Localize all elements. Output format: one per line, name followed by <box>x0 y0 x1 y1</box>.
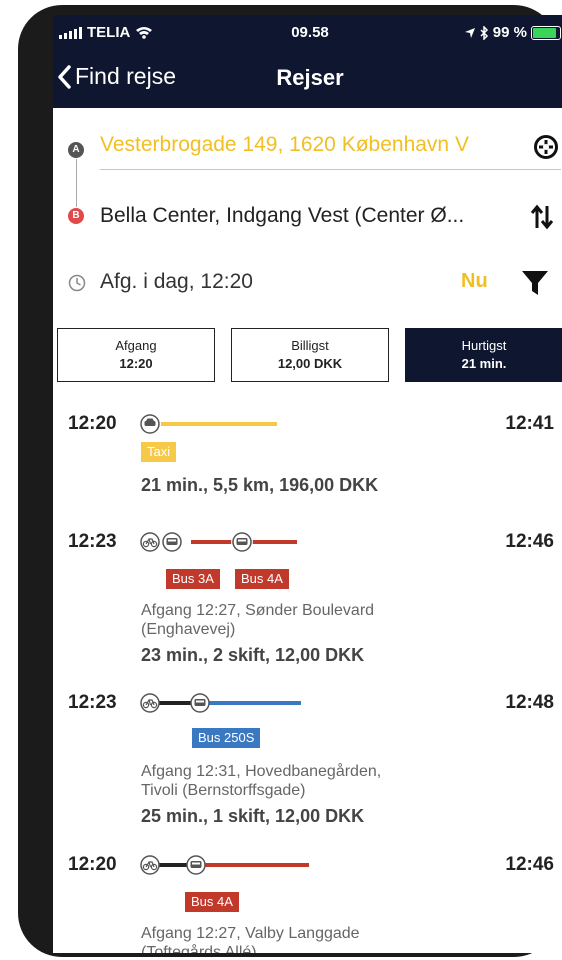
journey-summary: 21 min., 5,5 km, 196,00 DKK <box>141 475 379 495</box>
badge-label: Bus 4A <box>241 571 283 586</box>
departure-time-field[interactable]: Afg. i dag, 12:20 <box>100 270 253 294</box>
phone-frame: TELIA 09.58 99 % Find rejse Rejser A B V… <box>18 5 562 957</box>
journey-timeline <box>140 693 301 713</box>
taxi-badge: Taxi <box>141 442 177 462</box>
to-field[interactable]: Bella Center, Indgang Vest (Center Ø... <box>100 204 464 228</box>
sort-tabs: Afgang 12:20 Billigst 12,00 DKK Hurtigst… <box>57 328 562 384</box>
tab-label: Hurtigst <box>461 338 507 353</box>
journey-timeline <box>140 532 297 552</box>
journey-item[interactable]: 12:23 12:48 Bus 250S Afgang 12:31, Hoved… <box>53 692 562 842</box>
location-arrow-icon <box>464 27 475 38</box>
description-line: Afgang 12:27, Sønder Boulevard <box>141 602 375 619</box>
journey-departure: 12:23 <box>68 692 117 713</box>
description-line: Afgang 12:27, Valby Langgade <box>141 925 360 942</box>
bluetooth-icon <box>480 25 488 40</box>
swap-arrows-icon[interactable] <box>530 204 554 230</box>
badge-label: Bus 3A <box>172 571 214 586</box>
tab-label: Billigst <box>291 338 329 353</box>
bus-icon <box>190 693 210 713</box>
bicycle-icon <box>140 693 160 713</box>
journey-arrival: 12:46 <box>505 531 554 552</box>
bus-badge: Bus 250S <box>192 728 261 748</box>
journey-departure: 12:23 <box>68 531 117 552</box>
journey-description: Afgang 12:27, Valby Langgade (Toftegårds… <box>141 924 360 953</box>
bus-badge: Bus 3A <box>166 569 220 589</box>
route-connector <box>76 159 77 207</box>
tab-hurtigst[interactable]: Hurtigst 21 min. <box>405 328 562 382</box>
bus-badge: Bus 4A <box>235 569 289 589</box>
bus-icon <box>186 855 206 875</box>
bus-badge: Bus 4A <box>185 892 239 912</box>
nav-bar: Find rejse Rejser <box>53 55 562 103</box>
bicycle-icon <box>140 855 160 875</box>
journey-departure: 12:20 <box>68 854 117 875</box>
description-line: (Toftegårds Allé) <box>141 944 257 953</box>
battery-percent: 99 % <box>492 24 527 41</box>
journey-item[interactable]: 12:20 12:46 Bus 4A Afgang 12:27, Valby L… <box>53 854 562 953</box>
journey-arrival: 12:46 <box>505 854 554 875</box>
now-button[interactable]: Nu <box>461 270 488 293</box>
journey-summary: 25 min., 1 skift, 12,00 DKK <box>141 806 365 826</box>
description-line: Afgang 12:31, Hovedbanegården, <box>141 763 382 780</box>
battery-icon <box>531 25 561 40</box>
destination-marker: B <box>68 208 84 224</box>
tab-label: Afgang <box>115 338 157 353</box>
badge-label: Bus 4A <box>191 894 233 909</box>
bus-icon <box>162 532 182 552</box>
journey-description: Afgang 12:27, Sønder Boulevard (Enghavev… <box>141 601 374 639</box>
bicycle-icon <box>140 532 160 552</box>
badge-label: Bus 250S <box>198 730 255 745</box>
back-label: Find rejse <box>75 63 176 89</box>
journey-departure: 12:20 <box>68 413 117 434</box>
screen: TELIA 09.58 99 % Find rejse Rejser A B V… <box>53 15 562 953</box>
tab-value: 12:20 <box>119 356 153 371</box>
status-bar: TELIA 09.58 99 % <box>53 15 562 49</box>
taxi-icon <box>140 414 160 434</box>
tab-value: 21 min. <box>461 356 507 371</box>
clock-icon <box>68 274 86 292</box>
journey-summary: 23 min., 2 skift, 12,00 DKK <box>141 645 365 665</box>
journey-timeline <box>140 855 309 875</box>
origin-marker: A <box>68 142 84 158</box>
journey-description: Afgang 12:31, Hovedbanegården, Tivoli (B… <box>141 762 381 800</box>
from-field-underline <box>100 169 561 170</box>
tab-value: 12,00 DKK <box>277 356 343 371</box>
from-field[interactable]: Vesterbrogade 149, 1620 København V <box>100 133 515 157</box>
journey-arrival: 12:48 <box>505 692 554 713</box>
journey-timeline <box>140 414 277 434</box>
back-chevron-icon <box>58 64 71 89</box>
badge-label: Taxi <box>147 444 171 459</box>
top-bar: TELIA 09.58 99 % Find rejse Rejser <box>53 15 562 108</box>
back-button[interactable]: Find rejse <box>57 63 176 90</box>
journey-item[interactable]: 12:20 12:41 Taxi 21 min., 5,5 km, 196,00… <box>53 413 562 513</box>
journey-arrival: 12:41 <box>505 413 554 434</box>
description-line: (Enghavevej) <box>141 621 236 638</box>
filter-icon[interactable] <box>521 270 549 297</box>
tab-billigst[interactable]: Billigst 12,00 DKK <box>231 328 389 382</box>
tab-afgang[interactable]: Afgang 12:20 <box>57 328 215 382</box>
locate-crosshair-icon[interactable] <box>533 134 559 160</box>
description-line: Tivoli (Bernstorffsgade) <box>141 782 306 799</box>
bus-icon <box>232 532 252 552</box>
status-right: 99 % <box>464 24 561 41</box>
journey-item[interactable]: 12:23 12:46 Bus 3A Bus 4A Afgang 12:27, … <box>53 531 562 681</box>
